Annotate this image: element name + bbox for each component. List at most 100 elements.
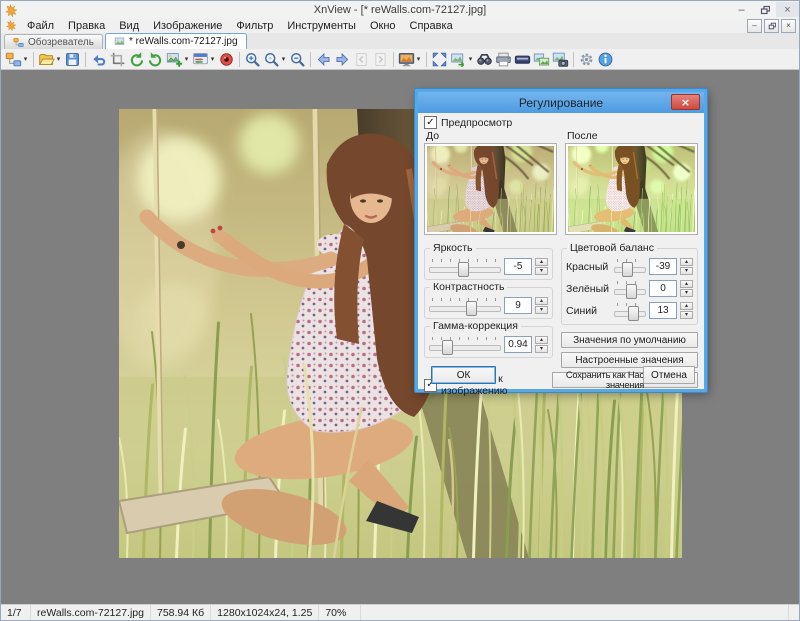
status-segment-2: reWalls.com-72127.jpg: [31, 605, 151, 620]
slider-thumb[interactable]: [458, 262, 469, 277]
contrast-slider[interactable]: [429, 297, 501, 314]
rotate-left-button[interactable]: [127, 50, 146, 69]
browse-button[interactable]: ▾: [4, 50, 30, 69]
menu-item-8[interactable]: Справка: [403, 19, 460, 33]
scan-button[interactable]: [513, 50, 532, 69]
spin-up-icon[interactable]: ▴: [680, 280, 693, 288]
capture-button[interactable]: [551, 50, 570, 69]
menu-item-2[interactable]: Правка: [61, 19, 112, 33]
gamma-slider[interactable]: [429, 336, 501, 353]
ok-button[interactable]: ОК: [431, 366, 496, 384]
zoom-lens-button[interactable]: ▾: [262, 50, 288, 69]
dialog-close-icon[interactable]: ×: [671, 94, 700, 110]
red-eye-button[interactable]: [217, 50, 236, 69]
gamma-spinner[interactable]: ▴▾: [535, 336, 548, 353]
menu-item-3[interactable]: Вид: [112, 19, 146, 33]
minimize-icon[interactable]: –: [730, 2, 753, 17]
crop-button[interactable]: [108, 50, 127, 69]
spin-down-icon[interactable]: ▾: [535, 267, 548, 275]
resize-button[interactable]: ▾: [165, 50, 191, 69]
find-button[interactable]: [475, 50, 494, 69]
spin-down-icon[interactable]: ▾: [535, 306, 548, 314]
gamma-value[interactable]: 0.94: [504, 336, 532, 353]
chevron-down-icon[interactable]: ▾: [183, 55, 190, 63]
mdi-close-icon[interactable]: ×: [781, 19, 796, 33]
slider-thumb[interactable]: [622, 262, 633, 277]
blue-spinner[interactable]: ▴▾: [680, 302, 693, 319]
zoom-out-button[interactable]: [288, 50, 307, 69]
brightness-spinner[interactable]: ▴▾: [535, 258, 548, 275]
brightness-value[interactable]: -5: [504, 258, 532, 275]
spin-down-icon[interactable]: ▾: [680, 311, 693, 319]
preview-checkbox-row[interactable]: ✓ Предпросмотр: [424, 116, 698, 129]
fullscreen-button[interactable]: [430, 50, 449, 69]
mdi-restore-icon[interactable]: [764, 19, 779, 33]
open-folder-icon: [38, 51, 55, 68]
contrast-spinner[interactable]: ▴▾: [535, 297, 548, 314]
chevron-down-icon[interactable]: ▾: [467, 55, 474, 63]
title-bar: XnView - [* reWalls.com-72127.jpg] – ×: [1, 1, 799, 18]
spin-up-icon[interactable]: ▴: [680, 258, 693, 266]
adjust-button[interactable]: ▾: [191, 50, 217, 69]
zoom-in-button[interactable]: [243, 50, 262, 69]
menu-item-7[interactable]: Окно: [363, 19, 403, 33]
green-slider[interactable]: [614, 280, 646, 297]
blue-slider[interactable]: [614, 302, 646, 319]
tab-label: Обозреватель: [28, 37, 94, 48]
status-bar: 1/7reWalls.com-72127.jpg758.94 Кб1280x10…: [1, 604, 799, 620]
slider-thumb[interactable]: [626, 284, 637, 299]
spin-up-icon[interactable]: ▴: [535, 336, 548, 344]
default-values-button[interactable]: Значения по умолчанию: [561, 332, 698, 348]
nav-forward-button[interactable]: [333, 50, 352, 69]
spin-down-icon[interactable]: ▾: [680, 289, 693, 297]
spin-down-icon[interactable]: ▾: [535, 345, 548, 353]
red-slider[interactable]: [614, 258, 646, 275]
restore-icon[interactable]: [753, 2, 776, 17]
undo-button[interactable]: [89, 50, 108, 69]
tab-label: * reWalls.com-72127.jpg: [129, 36, 238, 47]
mdi-minimize-icon[interactable]: –: [747, 19, 762, 33]
save-button[interactable]: [63, 50, 82, 69]
spin-up-icon[interactable]: ▴: [680, 302, 693, 310]
brightness-slider[interactable]: [429, 258, 501, 275]
rotate-right-button[interactable]: [146, 50, 165, 69]
green-spinner[interactable]: ▴▾: [680, 280, 693, 297]
close-icon[interactable]: ×: [776, 2, 799, 17]
red-spinner[interactable]: ▴▾: [680, 258, 693, 275]
dialog-title-bar[interactable]: Регулирование ×: [418, 92, 704, 113]
cancel-button[interactable]: Отмена: [643, 366, 695, 384]
settings-button[interactable]: [577, 50, 596, 69]
mdi-child-logo-icon: [5, 20, 16, 31]
blue-value[interactable]: 13: [649, 302, 677, 319]
slider-thumb[interactable]: [442, 340, 453, 355]
spin-up-icon[interactable]: ▴: [535, 258, 548, 266]
slideshow-button[interactable]: ▾: [397, 50, 423, 69]
zoom-out-icon: [289, 51, 306, 68]
chevron-down-icon[interactable]: ▾: [22, 55, 29, 63]
export-button[interactable]: ▾: [449, 50, 475, 69]
green-value[interactable]: 0: [649, 280, 677, 297]
spin-up-icon[interactable]: ▴: [535, 297, 548, 305]
print-button[interactable]: [494, 50, 513, 69]
chevron-down-icon[interactable]: ▾: [55, 55, 62, 63]
slider-thumb[interactable]: [628, 306, 639, 321]
chevron-down-icon[interactable]: ▾: [415, 55, 422, 63]
nav-back-button[interactable]: [314, 50, 333, 69]
chevron-down-icon[interactable]: ▾: [280, 55, 287, 63]
contrast-value[interactable]: 9: [504, 297, 532, 314]
slider-thumb[interactable]: [466, 301, 477, 316]
menu-item-1[interactable]: Файл: [20, 19, 61, 33]
menu-item-6[interactable]: Инструменты: [280, 19, 363, 33]
preview-checkbox[interactable]: ✓: [424, 116, 437, 129]
info-button[interactable]: [596, 50, 615, 69]
status-segment-3: 758.94 Кб: [151, 605, 211, 620]
red-value[interactable]: -39: [649, 258, 677, 275]
menu-item-4[interactable]: Изображение: [146, 19, 229, 33]
open-folder-button[interactable]: ▾: [37, 50, 63, 69]
compare-button[interactable]: [532, 50, 551, 69]
spin-down-icon[interactable]: ▾: [680, 267, 693, 275]
tab-1[interactable]: Обозреватель: [4, 34, 103, 49]
chevron-down-icon[interactable]: ▾: [209, 55, 216, 63]
tab-2[interactable]: * reWalls.com-72127.jpg: [105, 33, 247, 49]
menu-item-5[interactable]: Фильтр: [229, 19, 280, 33]
